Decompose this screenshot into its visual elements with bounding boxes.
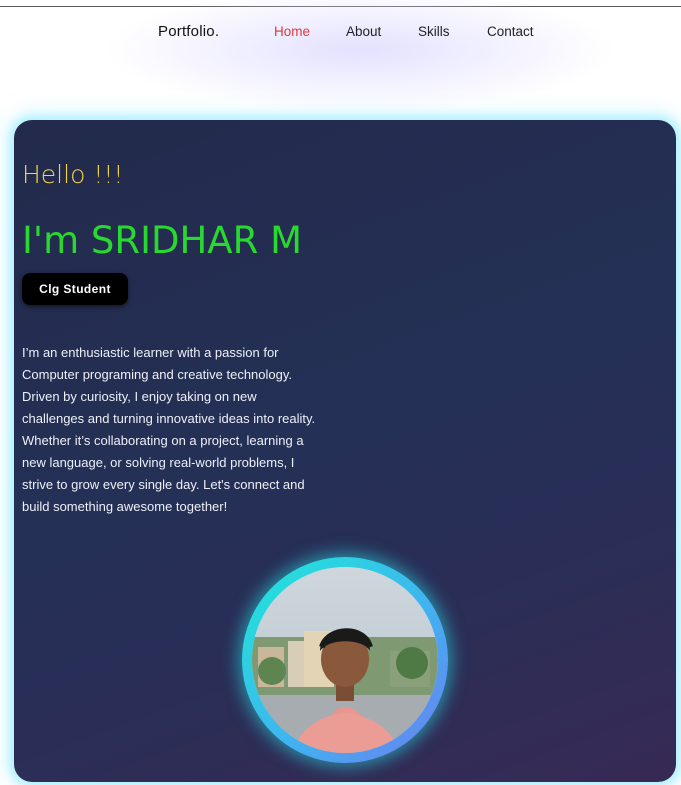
greeting-text: Hello !!! bbox=[22, 160, 124, 189]
bio-paragraph: I’m an enthusiastic learner with a passi… bbox=[22, 345, 316, 514]
role-badge-button[interactable]: Clg Student bbox=[22, 273, 128, 305]
name-heading: I'm SRIDHAR M bbox=[22, 219, 303, 262]
brand-logo[interactable]: Portfolio. bbox=[158, 23, 219, 40]
hero-card: Hello !!! I'm SRIDHAR M Clg Student I’m … bbox=[14, 120, 676, 782]
avatar-ring bbox=[242, 557, 448, 763]
nav-link-about[interactable]: About bbox=[346, 24, 381, 39]
nav-link-skills[interactable]: Skills bbox=[418, 24, 450, 39]
nav-link-contact[interactable]: Contact bbox=[487, 24, 534, 39]
profile-photo-image bbox=[252, 567, 438, 753]
nav-link-home[interactable]: Home bbox=[274, 24, 310, 39]
avatar bbox=[252, 567, 438, 753]
navbar: Portfolio. Home About Skills Contact bbox=[0, 0, 681, 60]
